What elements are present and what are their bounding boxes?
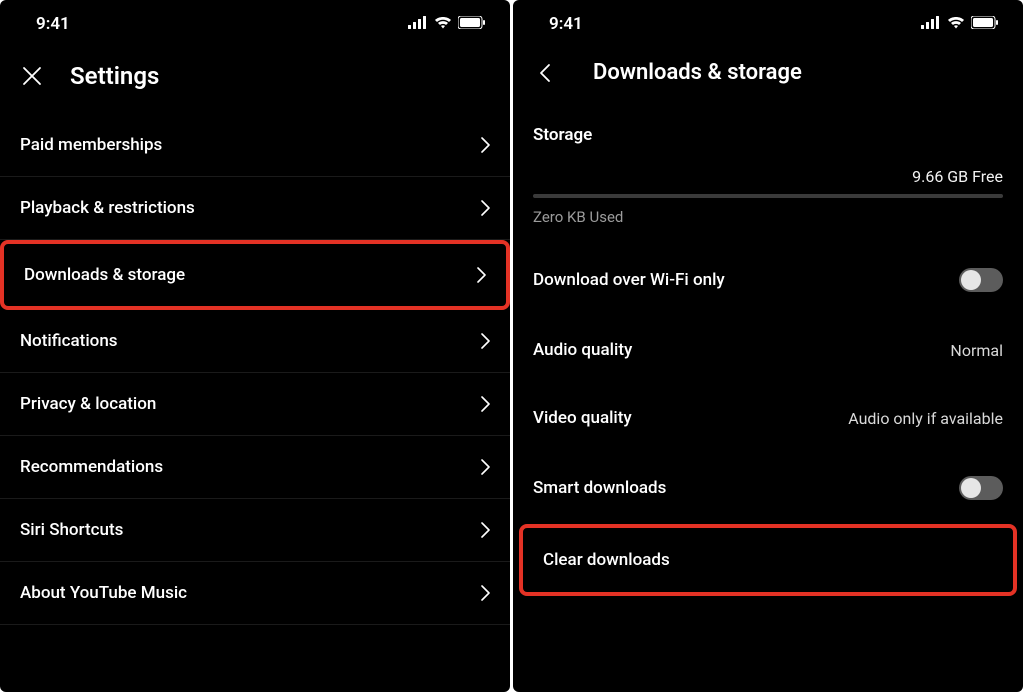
setting-video-quality[interactable]: Video quality Audio only if available — [513, 384, 1023, 452]
chevron-right-icon — [480, 521, 490, 539]
cellular-icon — [408, 14, 428, 34]
chevron-right-icon — [480, 395, 490, 413]
list-item-label: Downloads & storage — [24, 265, 185, 285]
battery-icon — [971, 14, 999, 34]
cellular-icon — [921, 14, 941, 34]
downloads-header: Downloads & storage — [513, 42, 1023, 107]
setting-label: Smart downloads — [533, 478, 666, 498]
list-item-label: Notifications — [20, 331, 118, 351]
setting-audio-quality[interactable]: Audio quality Normal — [513, 316, 1023, 384]
downloads-storage-screen: 9:41 Downloads & storage Storage 9.66 GB… — [513, 0, 1023, 692]
storage-section-title: Storage — [513, 107, 1023, 167]
status-bar: 9:41 — [0, 0, 510, 42]
chevron-right-icon — [480, 332, 490, 350]
list-item-label: About YouTube Music — [20, 583, 187, 603]
settings-item-notifications[interactable]: Notifications — [0, 310, 510, 373]
settings-header: Settings — [0, 42, 510, 114]
storage-used: Zero KB Used — [513, 198, 1023, 244]
highlight-clear-downloads: Clear downloads — [519, 524, 1017, 596]
status-bar: 9:41 — [513, 0, 1023, 42]
toggle-smart-downloads[interactable] — [959, 476, 1003, 500]
setting-value: Audio only if available — [848, 409, 1003, 428]
settings-item-recommendations[interactable]: Recommendations — [0, 436, 510, 499]
setting-download-wifi-only[interactable]: Download over Wi-Fi only — [513, 244, 1023, 316]
page-title: Downloads & storage — [593, 60, 802, 85]
wifi-icon — [434, 14, 452, 34]
settings-item-siri-shortcuts[interactable]: Siri Shortcuts — [0, 499, 510, 562]
setting-clear-downloads[interactable]: Clear downloads — [523, 528, 1013, 592]
status-time: 9:41 — [537, 14, 583, 34]
chevron-right-icon — [480, 136, 490, 154]
toggle-knob — [961, 270, 981, 290]
setting-label: Clear downloads — [543, 550, 670, 570]
status-indicators — [408, 14, 486, 34]
back-icon[interactable] — [533, 61, 557, 85]
setting-value: Normal — [950, 341, 1003, 360]
list-item-label: Paid memberships — [20, 135, 162, 155]
list-item-label: Privacy & location — [20, 394, 156, 414]
settings-item-downloads-storage[interactable]: Downloads & storage — [0, 240, 510, 310]
chevron-right-icon — [476, 266, 486, 284]
settings-item-playback-restrictions[interactable]: Playback & restrictions — [0, 177, 510, 240]
page-title: Settings — [70, 62, 159, 90]
wifi-icon — [947, 14, 965, 34]
setting-smart-downloads[interactable]: Smart downloads — [513, 452, 1023, 524]
setting-label: Download over Wi-Fi only — [533, 270, 725, 290]
chevron-right-icon — [480, 199, 490, 217]
storage-free: 9.66 GB Free — [513, 167, 1023, 194]
chevron-right-icon — [480, 458, 490, 476]
status-indicators — [921, 14, 999, 34]
battery-icon — [458, 14, 486, 34]
chevron-right-icon — [480, 584, 490, 602]
settings-item-about-youtube-music[interactable]: About YouTube Music — [0, 562, 510, 625]
close-icon[interactable] — [20, 64, 44, 88]
toggle-wifi-only[interactable] — [959, 268, 1003, 292]
settings-screen: 9:41 Settings Paid memberships Playback … — [0, 0, 510, 692]
list-item-label: Recommendations — [20, 457, 163, 477]
setting-label: Video quality — [533, 408, 632, 428]
list-item-label: Siri Shortcuts — [20, 520, 123, 540]
settings-list: Paid memberships Playback & restrictions… — [0, 114, 510, 625]
setting-label: Audio quality — [533, 340, 632, 360]
settings-item-privacy-location[interactable]: Privacy & location — [0, 373, 510, 436]
settings-item-paid-memberships[interactable]: Paid memberships — [0, 114, 510, 177]
status-time: 9:41 — [24, 14, 70, 34]
toggle-knob — [961, 478, 981, 498]
list-item-label: Playback & restrictions — [20, 198, 195, 218]
